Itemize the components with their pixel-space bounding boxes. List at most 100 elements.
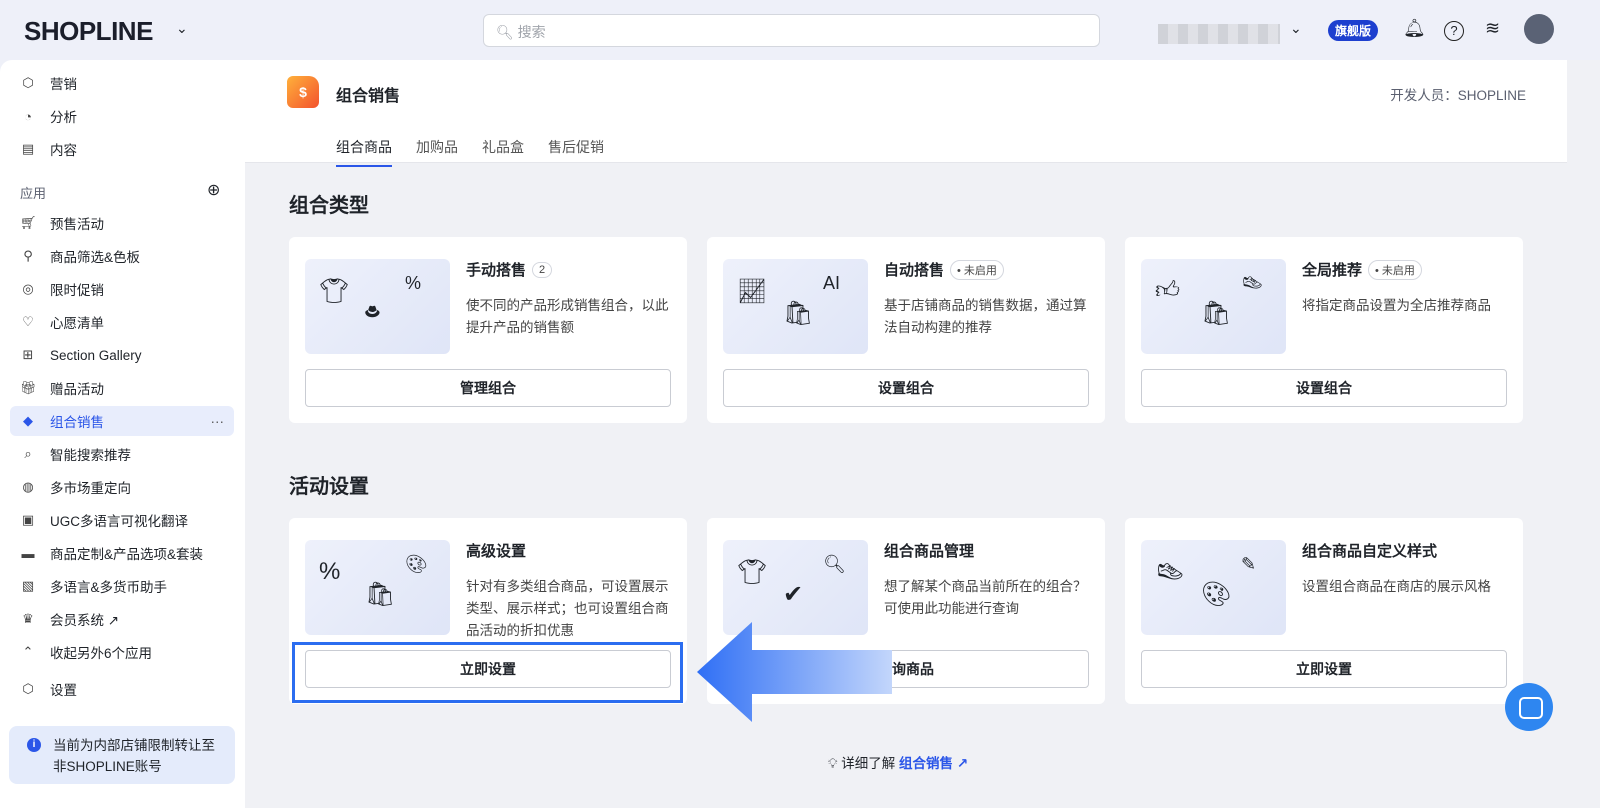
label: UGC多语言可视化翻译 bbox=[50, 514, 188, 529]
sidebar-app-item[interactable]: ◎ 限时促销 bbox=[10, 274, 234, 304]
tabs: 组合商品 加购品 礼品盒 售后促销 bbox=[336, 137, 604, 167]
bundle-sale-app-icon: $ bbox=[287, 76, 319, 108]
section-title: 活动设置 bbox=[289, 476, 369, 498]
sidebar-app-item[interactable]: ♡ 心愿清单 bbox=[10, 307, 234, 337]
label: 预售活动 bbox=[50, 217, 104, 232]
card-illustration: % 🛍︎ 🎨︎ bbox=[305, 540, 450, 635]
app-icon: ◆ bbox=[23, 413, 33, 428]
app-icon: 🎁︎ bbox=[20, 380, 37, 395]
sidebar-item-analytics[interactable]: ◔ 分析 bbox=[10, 101, 234, 131]
card-description: 针对有多类组合商品，可设置展示类型、展示样式；也可设置组合商品活动的折扣优惠 bbox=[466, 579, 669, 638]
top-bar: SHOPLINE ⌄ 🔍︎ 搜索 ⌄ 旗舰版 🔔︎ ? ≋ bbox=[0, 0, 1600, 60]
sidebar-app-item[interactable]: ◍ 多市场重定向 bbox=[10, 472, 234, 502]
store-name-blurred[interactable] bbox=[1158, 24, 1280, 44]
learn-more-link[interactable]: 组合销售 ↗ bbox=[899, 756, 968, 771]
card-description: 想了解某个商品当前所在的组合？可使用此功能进行查询 bbox=[884, 579, 1087, 616]
card-illustration: 📈︎ 🛍︎ AI bbox=[723, 259, 868, 354]
label: 营销 bbox=[50, 77, 77, 92]
section-title: 组合类型 bbox=[289, 195, 369, 217]
label: 设置 bbox=[50, 683, 77, 698]
label: 商品筛选&色板 bbox=[50, 250, 141, 265]
app-icon: ♛ bbox=[22, 611, 34, 626]
sidebar-app-item[interactable]: ⊞ Section Gallery bbox=[10, 340, 234, 370]
sidebar-app-item[interactable]: ▣ UGC多语言可视化翻译 bbox=[10, 505, 234, 535]
tab-post-purchase[interactable]: 售后促销 bbox=[548, 137, 604, 167]
sidebar-app-item[interactable]: 🛒︎ 预售活动 bbox=[10, 208, 234, 238]
notice-text: 当前为内部店铺限制转让至非SHOPLINE账号 bbox=[53, 738, 215, 774]
label: 内容 bbox=[50, 143, 77, 158]
avatar[interactable] bbox=[1524, 14, 1554, 44]
label: 多语言&多货币助手 bbox=[50, 580, 168, 595]
app-icon: ♡ bbox=[22, 314, 34, 329]
shopline-logo[interactable]: SHOPLINE bbox=[24, 16, 153, 47]
tab-bundle-products[interactable]: 组合商品 bbox=[336, 137, 392, 167]
title-text: 组合商品自定义样式 bbox=[1302, 543, 1438, 560]
sidebar-app-item[interactable]: ◆ 组合销售 ··· bbox=[10, 406, 234, 436]
label: 组合销售 bbox=[50, 415, 104, 430]
card-action-button[interactable]: 管理组合 bbox=[305, 369, 671, 407]
search-placeholder: 搜索 bbox=[517, 24, 546, 40]
card-action-button[interactable]: 设置组合 bbox=[1141, 369, 1507, 407]
page-title: 组合销售 bbox=[336, 88, 401, 105]
search-input[interactable]: 🔍︎ 搜索 bbox=[483, 14, 1100, 47]
developer-label: 开发人员：SHOPLINE bbox=[1390, 88, 1526, 103]
learn-prefix: 详细了解 bbox=[841, 756, 896, 771]
tab-add-on[interactable]: 加购品 bbox=[416, 137, 458, 167]
card-illustration: 👕︎ ✔ 🔍︎ bbox=[723, 540, 868, 635]
app-icon: ⌕ bbox=[24, 446, 32, 461]
status-badge: 2 bbox=[532, 261, 553, 278]
card-description: 使不同的产品形成销售组合，以此提升产品的销售额 bbox=[466, 298, 669, 335]
feature-card: 👕︎ 🎩︎% 手动搭售 2 使不同的产品形成销售组合，以此提升产品的销售额 管理组合 bbox=[289, 237, 687, 423]
arrow-left-icon bbox=[697, 622, 892, 722]
label: Section Gallery bbox=[50, 347, 142, 363]
card-action-button[interactable]: 设置组合 bbox=[723, 369, 1089, 407]
sidebar: ⬡ 营销 ◔ 分析 ▤ 内容 应用 ⊕ 🛒︎ 预售活动 ⚲ 商品筛选&色板 ◎ 限时促销 ♡ 心愿清… bbox=[0, 60, 245, 808]
app-icon: ⊞ bbox=[22, 347, 34, 362]
more-icon[interactable]: ··· bbox=[211, 414, 225, 429]
feature-card: 👟︎ 🎨︎ ✎ 组合商品自定义样式 设置组合商品在商店的展示风格 立即设置 bbox=[1125, 518, 1523, 704]
app-icon: ▣ bbox=[21, 512, 35, 527]
sidebar-app-item[interactable]: ⌃ 收起另外6个应用 bbox=[10, 637, 234, 667]
card-illustration: 👍︎ 🛍︎ 👟︎ bbox=[1141, 259, 1286, 354]
card-title: 自动搭售 • 未启用 bbox=[884, 259, 1004, 280]
card-action-button[interactable]: 立即设置 bbox=[1141, 650, 1507, 688]
card-title: 组合商品管理 bbox=[884, 540, 974, 561]
title-text: 手动搭售 bbox=[466, 262, 527, 279]
highlight-box bbox=[292, 642, 683, 703]
card-title: 高级设置 bbox=[466, 540, 526, 561]
pie-chart-icon: ◔ bbox=[24, 108, 32, 124]
sidebar-item-content[interactable]: ▤ 内容 bbox=[10, 134, 234, 164]
card-title: 组合商品自定义样式 bbox=[1302, 540, 1437, 561]
sidebar-app-item[interactable]: ⚲ 商品筛选&色板 bbox=[10, 241, 234, 271]
sidebar-item-marketing[interactable]: ⬡ 营销 bbox=[10, 68, 234, 98]
sidebar-app-item[interactable]: ♛ 会员系统 ↗ bbox=[10, 604, 234, 634]
sidebar-app-item[interactable]: ▬ 商品定制&产品选项&套装 bbox=[10, 538, 234, 568]
sidebar-app-item[interactable]: 🎁︎ 赠品活动 bbox=[10, 373, 234, 403]
title-text: 全局推荐 bbox=[1302, 262, 1363, 279]
sidebar-item-settings[interactable]: ⬡ 设置 bbox=[10, 674, 234, 704]
chat-support-button[interactable] bbox=[1505, 683, 1553, 731]
chevron-down-icon[interactable]: ⌄ bbox=[176, 20, 188, 37]
tab-gift-box[interactable]: 礼品盒 bbox=[482, 137, 524, 167]
bell-icon[interactable]: 🔔︎ bbox=[1403, 18, 1426, 39]
add-app-icon[interactable]: ⊕ bbox=[207, 180, 220, 200]
chevron-down-icon[interactable]: ⌄ bbox=[1290, 20, 1302, 37]
learn-more: 💡︎ 详细了解 组合销售 ↗ bbox=[828, 756, 969, 771]
help-icon[interactable]: ? bbox=[1444, 21, 1464, 41]
title-text: 组合商品管理 bbox=[884, 543, 975, 560]
app-icon: ⚲ bbox=[23, 248, 33, 263]
wifi-icon[interactable]: ≋ bbox=[1485, 18, 1500, 39]
card-description: 将指定商品设置为全店推荐商品 bbox=[1302, 298, 1491, 313]
label: 收起另外6个应用 bbox=[50, 646, 153, 661]
label: 限时促销 bbox=[50, 283, 104, 298]
label: 会员系统 ↗ bbox=[50, 613, 120, 628]
section-label: 应用 bbox=[20, 186, 47, 201]
title-text: 自动搭售 bbox=[884, 262, 945, 279]
plan-badge: 旗舰版 bbox=[1328, 20, 1379, 41]
app-icon: ⌃ bbox=[22, 644, 34, 659]
sidebar-app-item[interactable]: ▧ 多语言&多货币助手 bbox=[10, 571, 234, 601]
sidebar-app-item[interactable]: ⌕ 智能搜索推荐 bbox=[10, 439, 234, 469]
app-icon: 🛒︎ bbox=[20, 215, 37, 230]
card-description: 基于店铺商品的销售数据，通过算法自动构建的推荐 bbox=[884, 298, 1087, 335]
card-illustration: 👟︎ 🎨︎ ✎ bbox=[1141, 540, 1286, 635]
